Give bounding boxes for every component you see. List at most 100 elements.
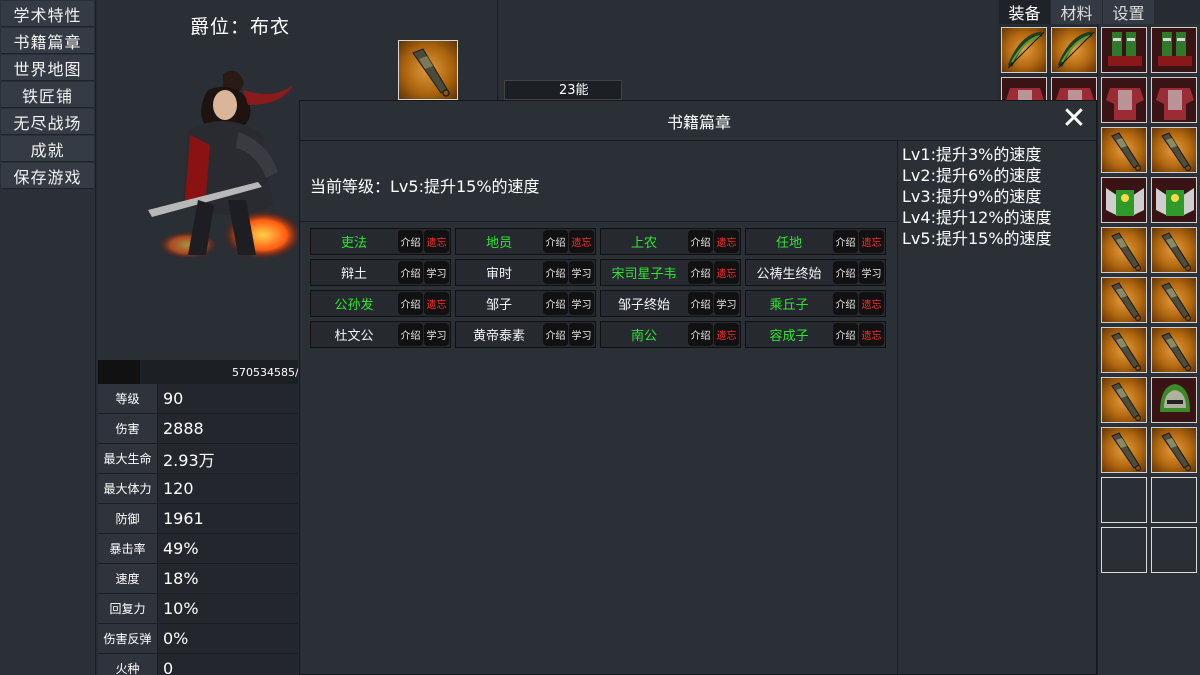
inventory-slot[interactable]: [1151, 27, 1197, 73]
book-item: 乘丘子 介绍 遗忘: [745, 290, 886, 317]
inventory-slot[interactable]: [1151, 377, 1197, 423]
book-name: 宋司星子韦: [611, 267, 677, 282]
menu-item[interactable]: 成就: [1, 136, 94, 162]
intro-button[interactable]: 介绍: [833, 230, 858, 253]
inventory-slot[interactable]: [1151, 77, 1197, 123]
hero-portrait: [128, 60, 303, 260]
inventory-grid: [1097, 24, 1200, 675]
level-item: Lv3:提升9%的速度: [902, 187, 1042, 206]
book-name: 邹子终始: [617, 298, 670, 313]
stat-row: 伤害 2888: [98, 414, 298, 444]
intro-button[interactable]: 介绍: [398, 292, 423, 315]
inventory-slot[interactable]: [1001, 27, 1047, 73]
inventory-slot[interactable]: [1151, 227, 1197, 273]
inventory-slot[interactable]: [1101, 127, 1147, 173]
learn-button[interactable]: 学习: [569, 261, 594, 284]
inventory-slot[interactable]: [1101, 327, 1147, 373]
book-chapters-dialog: 书籍篇章 ✕ 当前等级：Lv5:提升15%的速度 Lv1:提升3%的速度 Lv2:…: [299, 100, 1098, 675]
forget-button[interactable]: 遗忘: [569, 230, 594, 253]
forget-button[interactable]: 遗忘: [859, 292, 884, 315]
learn-button[interactable]: 学习: [424, 323, 449, 346]
level-item: Lv1:提升3%的速度: [902, 145, 1042, 164]
intro-button[interactable]: 介绍: [688, 261, 713, 284]
forget-button[interactable]: 遗忘: [424, 292, 449, 315]
stat-label: 火种: [98, 654, 158, 675]
stat-row: 伤害反弹 0%: [98, 624, 298, 654]
forget-button[interactable]: 遗忘: [714, 230, 739, 253]
inventory-slot[interactable]: [1051, 27, 1097, 73]
inventory-slot[interactable]: [1151, 527, 1197, 573]
intro-button[interactable]: 介绍: [833, 323, 858, 346]
book-name: 公祷生终始: [756, 267, 822, 282]
stat-label: 回复力: [98, 594, 158, 623]
menu-item[interactable]: 铁匠铺: [1, 82, 94, 108]
equipped-weapon-slot[interactable]: [398, 40, 458, 100]
sword-icon: [1111, 332, 1142, 372]
stat-label: 等级: [98, 384, 158, 413]
sword-icon: [1161, 432, 1192, 472]
book-item: 辩土 介绍 学习: [310, 259, 451, 286]
inventory-slot[interactable]: [1101, 77, 1147, 123]
inventory-slot[interactable]: [1101, 527, 1147, 573]
book-name: 邹子: [485, 298, 512, 313]
inventory-slot[interactable]: [1151, 327, 1197, 373]
intro-button[interactable]: 介绍: [688, 292, 713, 315]
sword-icon: [1111, 232, 1142, 272]
learn-button[interactable]: 学习: [859, 261, 884, 284]
stat-row: 最大生命 2.93万: [98, 444, 298, 474]
learn-button[interactable]: 学习: [714, 292, 739, 315]
inventory-slot[interactable]: [1101, 377, 1147, 423]
menu-item[interactable]: 书籍篇章: [1, 28, 94, 54]
inventory-slot[interactable]: [1151, 127, 1197, 173]
forget-button[interactable]: 遗忘: [424, 230, 449, 253]
inventory-slot[interactable]: [1151, 427, 1197, 473]
forget-button[interactable]: 遗忘: [859, 230, 884, 253]
stat-value: 18%: [158, 564, 298, 593]
intro-button[interactable]: 介绍: [398, 230, 423, 253]
inventory-slot[interactable]: [1101, 277, 1147, 323]
forget-button[interactable]: 遗忘: [714, 261, 739, 284]
menu-item[interactable]: 无尽战场: [1, 109, 94, 135]
tab-settings[interactable]: 设置: [1103, 0, 1154, 24]
forget-button[interactable]: 遗忘: [859, 323, 884, 346]
bow-icon: [1007, 31, 1045, 69]
intro-button[interactable]: 介绍: [833, 261, 858, 284]
menu-item[interactable]: 世界地图: [1, 55, 94, 81]
learn-button[interactable]: 学习: [424, 261, 449, 284]
inventory-slot[interactable]: [1101, 27, 1147, 73]
intro-button[interactable]: 介绍: [688, 323, 713, 346]
intro-button[interactable]: 介绍: [833, 292, 858, 315]
inventory-slot[interactable]: [1101, 227, 1147, 273]
inventory-slot[interactable]: [1101, 177, 1147, 223]
stat-label: 伤害反弹: [98, 624, 158, 653]
book-name: 乘丘子: [769, 298, 809, 313]
wing-armor-icon: [1106, 188, 1144, 216]
book-name: 审时: [485, 267, 512, 282]
intro-button[interactable]: 介绍: [543, 230, 568, 253]
experience-fill: [98, 360, 140, 384]
menu-item[interactable]: 保存游戏: [1, 163, 94, 189]
intro-button[interactable]: 介绍: [543, 323, 568, 346]
intro-button[interactable]: 介绍: [688, 230, 713, 253]
close-button[interactable]: ✕: [1060, 104, 1088, 134]
forget-button[interactable]: 遗忘: [714, 323, 739, 346]
boots-icon: [1108, 32, 1142, 66]
inventory-slot[interactable]: [1101, 477, 1147, 523]
inventory-slot[interactable]: [1151, 277, 1197, 323]
tab-equipment[interactable]: 装备: [999, 0, 1050, 24]
sword-icon: [1111, 432, 1142, 472]
inventory-slot[interactable]: [1101, 427, 1147, 473]
intro-button[interactable]: 介绍: [543, 292, 568, 315]
stat-value: 0%: [158, 624, 298, 653]
intro-button[interactable]: 介绍: [398, 261, 423, 284]
intro-button[interactable]: 介绍: [543, 261, 568, 284]
menu-item[interactable]: 学术特性: [1, 1, 94, 27]
intro-button[interactable]: 介绍: [398, 323, 423, 346]
learn-button[interactable]: 学习: [569, 292, 594, 315]
learn-button[interactable]: 学习: [569, 323, 594, 346]
book-name: 上农: [630, 236, 657, 251]
tab-materials[interactable]: 材料: [1051, 0, 1102, 24]
inventory-slot[interactable]: [1151, 177, 1197, 223]
inventory-slot[interactable]: [1151, 477, 1197, 523]
stat-row: 速度 18%: [98, 564, 298, 594]
